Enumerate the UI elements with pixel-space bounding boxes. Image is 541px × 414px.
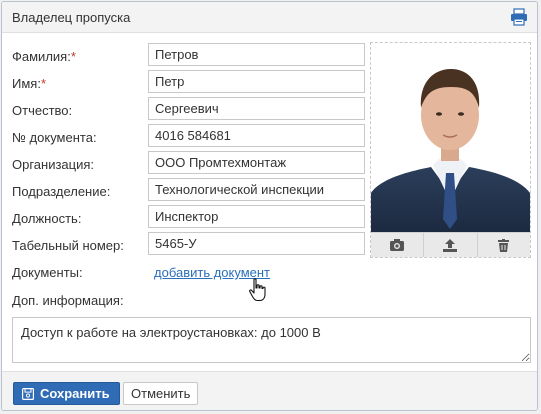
surname-label: Фамилия:* (12, 49, 76, 64)
surname-input[interactable] (148, 43, 365, 66)
print-icon[interactable] (510, 8, 528, 26)
documents-label: Документы: (12, 265, 83, 280)
personnel-number-label: Табельный номер: (12, 238, 124, 253)
hand-cursor-icon (249, 278, 266, 302)
department-label: Подразделение: (12, 184, 111, 199)
personnel-number-input[interactable] (148, 232, 365, 255)
first-name-input[interactable] (148, 70, 365, 93)
organization-label: Организация: (12, 157, 95, 172)
photo-toolbar (371, 232, 530, 257)
position-input[interactable] (148, 205, 365, 228)
patronymic-label: Отчество: (12, 103, 73, 118)
dialog-footer: Сохранить Отменить (2, 371, 537, 410)
photo-box (370, 42, 531, 258)
required-marker: * (40, 76, 46, 91)
organization-input[interactable] (148, 151, 365, 174)
document-number-label: № документа: (12, 130, 97, 145)
trash-icon[interactable] (478, 233, 530, 257)
dialog-title: Владелец пропуска (12, 10, 131, 25)
patronymic-input[interactable] (148, 97, 365, 120)
required-marker: * (70, 49, 76, 64)
person-photo (371, 43, 530, 233)
pass-owner-dialog: Владелец пропуска Фамилия:* Имя:* Отчест… (1, 1, 538, 411)
camera-icon[interactable] (371, 233, 425, 257)
first-name-label: Имя:* (12, 76, 46, 91)
cancel-button[interactable]: Отменить (123, 382, 199, 405)
save-button[interactable]: Сохранить (13, 382, 120, 405)
department-input[interactable] (148, 178, 365, 201)
position-label: Должность: (12, 211, 82, 226)
save-icon (22, 387, 34, 400)
extra-info-textarea[interactable]: Доступ к работе на электроустановках: до… (12, 317, 531, 363)
document-number-input[interactable] (148, 124, 365, 147)
dialog-header: Владелец пропуска (2, 2, 537, 33)
save-button-label: Сохранить (40, 386, 110, 401)
upload-icon[interactable] (424, 233, 478, 257)
extra-info-label: Доп. информация: (12, 293, 124, 308)
